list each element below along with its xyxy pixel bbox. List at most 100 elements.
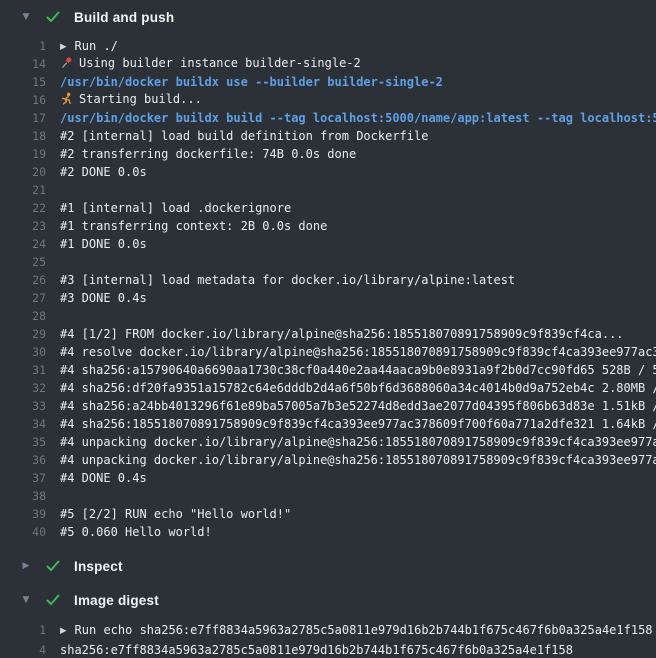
pushpin-icon bbox=[60, 56, 73, 74]
line-number[interactable]: 17 bbox=[0, 111, 46, 125]
line-number[interactable]: 27 bbox=[0, 291, 46, 305]
line-content: #4 sha256:df20fa9351a15782c64e6dddb2d4a6… bbox=[46, 379, 656, 397]
line-text: #1 [internal] load .dockerignore bbox=[60, 201, 291, 215]
log-line: 37 #4 DONE 0.4s bbox=[0, 469, 656, 487]
line-content: #5 0.060 Hello world! bbox=[46, 523, 656, 541]
line-number[interactable]: 39 bbox=[0, 507, 46, 521]
log-area: 1 ▶Run echo sha256:e7ff8834a5963a2785c5a… bbox=[0, 617, 656, 658]
log-line: 23 #1 transferring context: 2B 0.0s done bbox=[0, 217, 656, 235]
line-number[interactable]: 33 bbox=[0, 399, 46, 413]
line-number[interactable]: 26 bbox=[0, 273, 46, 287]
line-content: #5 [2/2] RUN echo "Hello world!" bbox=[46, 505, 656, 523]
disclosure-triangle-icon[interactable]: ▶ bbox=[20, 562, 32, 571]
line-content: #2 transferring dockerfile: 74B 0.0s don… bbox=[46, 145, 656, 163]
log-line: 4 sha256:e7ff8834a5963a2785c5a0811e979d1… bbox=[0, 640, 656, 658]
log-section-build-and-push: ▼ Build and push 1 ▶ Run ./ 14 Using buil… bbox=[0, 0, 656, 549]
line-text: #4 sha256:185518070891758909c9f839cf4ca3… bbox=[60, 417, 656, 431]
log-line: 35 #4 unpacking docker.io/library/alpine… bbox=[0, 433, 656, 451]
line-number[interactable]: 24 bbox=[0, 237, 46, 251]
line-text: /usr/bin/docker buildx use --builder bui… bbox=[60, 75, 443, 89]
line-number[interactable]: 31 bbox=[0, 363, 46, 377]
log-line: 32 #4 sha256:df20fa9351a15782c64e6dddb2d… bbox=[0, 379, 656, 397]
line-text: #4 sha256:a15790640a6690aa1730c38cf0a440… bbox=[60, 363, 656, 377]
line-content: #4 resolve docker.io/library/alpine@sha2… bbox=[46, 343, 656, 361]
line-content: #4 sha256:a15790640a6690aa1730c38cf0a440… bbox=[46, 361, 656, 379]
line-number[interactable]: 25 bbox=[0, 255, 46, 269]
log-line: 25 bbox=[0, 253, 656, 271]
line-content: #4 sha256:a24bb4013296f61e89ba57005a7b3e… bbox=[46, 397, 656, 415]
line-text: /usr/bin/docker buildx build --tag local… bbox=[60, 111, 656, 125]
log-line: 21 bbox=[0, 181, 656, 199]
line-number[interactable]: 38 bbox=[0, 489, 46, 503]
disclosure-triangle-icon[interactable]: ▼ bbox=[20, 596, 32, 605]
log-line: 24 #1 DONE 0.0s bbox=[0, 235, 656, 253]
line-text: #5 [2/2] RUN echo "Hello world!" bbox=[60, 507, 291, 521]
disclosure-triangle-icon[interactable]: ▼ bbox=[20, 13, 32, 22]
line-number[interactable]: 18 bbox=[0, 129, 46, 143]
line-text: #1 transferring context: 2B 0.0s done bbox=[60, 219, 327, 233]
line-content: #4 [1/2] FROM docker.io/library/alpine@s… bbox=[46, 325, 656, 343]
line-content: ▶Run echo sha256:e7ff8834a5963a2785c5a08… bbox=[46, 621, 656, 640]
log-line: 1 ▶ Run ./ bbox=[0, 37, 656, 55]
line-content: #2 [internal] load build definition from… bbox=[46, 127, 656, 145]
line-content: #3 DONE 0.4s bbox=[46, 289, 656, 307]
line-number[interactable]: 16 bbox=[0, 93, 46, 107]
log-section-inspect: ▶ Inspect bbox=[0, 549, 656, 583]
log-line: 16 Starting build... bbox=[0, 91, 656, 109]
log-line: 39 #5 [2/2] RUN echo "Hello world!" bbox=[0, 505, 656, 523]
line-content: #1 transferring context: 2B 0.0s done bbox=[46, 217, 656, 235]
log-line: 30 #4 resolve docker.io/library/alpine@s… bbox=[0, 343, 656, 361]
line-number[interactable]: 34 bbox=[0, 417, 46, 431]
line-number[interactable]: 40 bbox=[0, 525, 46, 539]
line-number[interactable]: 4 bbox=[0, 643, 46, 657]
expand-step-icon[interactable]: ▶ bbox=[60, 38, 67, 56]
log-line: 29 #4 [1/2] FROM docker.io/library/alpin… bbox=[0, 325, 656, 343]
line-text: #3 DONE 0.4s bbox=[60, 291, 147, 305]
line-number[interactable]: 36 bbox=[0, 453, 46, 467]
line-text: sha256:e7ff8834a5963a2785c5a0811e979d16b… bbox=[60, 643, 573, 657]
section-header-inspect[interactable]: ▶ Inspect bbox=[0, 549, 656, 583]
line-number[interactable]: 21 bbox=[0, 183, 46, 197]
line-number[interactable]: 37 bbox=[0, 471, 46, 485]
log-area: 1 ▶ Run ./ 14 Using builder instance buil… bbox=[0, 34, 656, 549]
log-line: 14 Using builder instance builder-single… bbox=[0, 55, 656, 73]
line-number[interactable]: 20 bbox=[0, 165, 46, 179]
line-number[interactable]: 30 bbox=[0, 345, 46, 359]
log-line: 31 #4 sha256:a15790640a6690aa1730c38cf0a… bbox=[0, 361, 656, 379]
line-number[interactable]: 22 bbox=[0, 201, 46, 215]
line-text: #4 sha256:a24bb4013296f61e89ba57005a7b3e… bbox=[60, 399, 656, 413]
line-number[interactable]: 35 bbox=[0, 435, 46, 449]
section-header-build-and-push[interactable]: ▼ Build and push bbox=[0, 0, 656, 34]
line-text: #5 0.060 Hello world! bbox=[60, 525, 212, 539]
line-text: #4 [1/2] FROM docker.io/library/alpine@s… bbox=[60, 327, 624, 341]
expand-step-icon[interactable]: ▶ bbox=[60, 622, 67, 640]
section-header-image-digest[interactable]: ▼ Image digest bbox=[0, 583, 656, 617]
line-text: Starting build... bbox=[79, 92, 202, 106]
line-text: #4 unpacking docker.io/library/alpine@sh… bbox=[60, 453, 656, 467]
log-line: 26 #3 [internal] load metadata for docke… bbox=[0, 271, 656, 289]
line-text: Using builder instance builder-single-2 bbox=[79, 56, 361, 70]
line-number[interactable]: 28 bbox=[0, 309, 46, 323]
line-content: #2 DONE 0.0s bbox=[46, 163, 656, 181]
line-number[interactable]: 32 bbox=[0, 381, 46, 395]
log-line: 19 #2 transferring dockerfile: 74B 0.0s … bbox=[0, 145, 656, 163]
line-number[interactable]: 23 bbox=[0, 219, 46, 233]
log-line: 36 #4 unpacking docker.io/library/alpine… bbox=[0, 451, 656, 469]
line-content: #1 [internal] load .dockerignore bbox=[46, 199, 656, 217]
line-content: ▶ Run ./ bbox=[46, 37, 656, 56]
line-number[interactable]: 29 bbox=[0, 327, 46, 341]
log-line: 33 #4 sha256:a24bb4013296f61e89ba57005a7… bbox=[0, 397, 656, 415]
line-number[interactable]: 1 bbox=[0, 39, 46, 53]
section-title: Image digest bbox=[74, 593, 159, 608]
line-content: #4 sha256:185518070891758909c9f839cf4ca3… bbox=[46, 415, 656, 433]
line-number[interactable]: 19 bbox=[0, 147, 46, 161]
line-number[interactable]: 15 bbox=[0, 75, 46, 89]
line-text: Run ./ bbox=[75, 39, 118, 53]
line-content: sha256:e7ff8834a5963a2785c5a0811e979d16b… bbox=[46, 641, 656, 658]
log-line: 28 bbox=[0, 307, 656, 325]
line-text: #4 sha256:df20fa9351a15782c64e6dddb2d4a6… bbox=[60, 381, 656, 395]
line-text: #3 [internal] load metadata for docker.i… bbox=[60, 273, 515, 287]
line-text: #4 unpacking docker.io/library/alpine@sh… bbox=[60, 435, 656, 449]
line-number[interactable]: 14 bbox=[0, 57, 46, 71]
line-number[interactable]: 1 bbox=[0, 623, 46, 637]
